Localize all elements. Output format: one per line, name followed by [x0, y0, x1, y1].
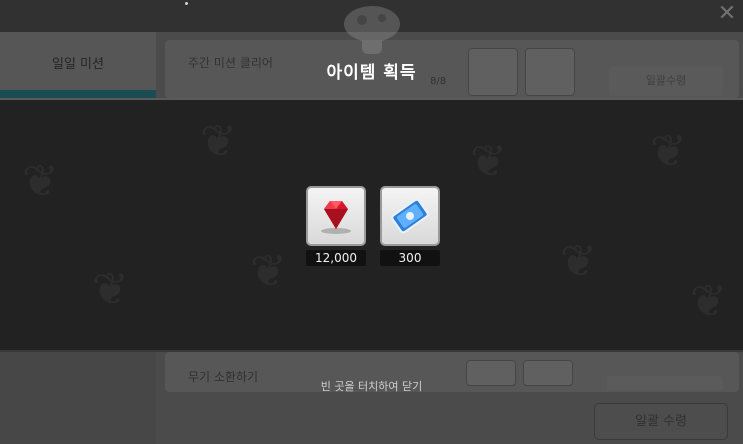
leaf-pattern-icon: ❦: [470, 136, 507, 187]
reward-tile: [380, 186, 440, 246]
popup-title: 아이템 획득: [326, 63, 417, 83]
leaf-pattern-icon: ❦: [250, 246, 287, 297]
ruby-gem-icon: [321, 201, 351, 234]
item-acquired-popup[interactable]: ❦ ❦ ❦ ❦ ❦ ❦ ❦ ❦: [0, 98, 743, 352]
reward-item-ticket: 300: [380, 186, 440, 266]
leaf-pattern-icon: ❦: [650, 126, 687, 177]
item-quantity: 300: [380, 250, 440, 266]
blue-ticket-icon: [391, 198, 429, 234]
close-hint: 빈 곳을 터치하여 닫기: [320, 380, 423, 393]
item-quantity: 12,000: [306, 250, 366, 266]
leaf-pattern-icon: ❦: [690, 276, 727, 327]
leaf-pattern-icon: ❦: [22, 156, 59, 207]
mushroom-emblem-icon: [344, 6, 400, 54]
leaf-pattern-icon: ❦: [92, 264, 129, 315]
reward-item-ruby: 12,000: [306, 186, 366, 266]
leaf-pattern-icon: ❦: [200, 116, 237, 167]
reward-tile: [306, 186, 366, 246]
leaf-pattern-icon: ❦: [560, 236, 597, 287]
